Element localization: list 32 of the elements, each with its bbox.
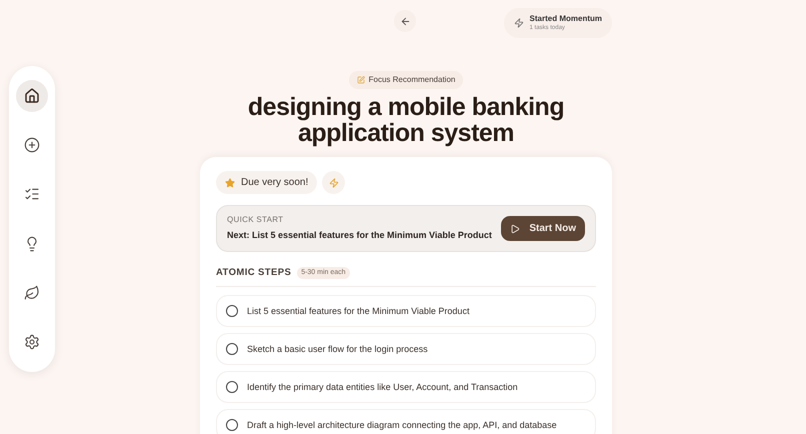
step-text: List 5 essential features for the Minimum Viable Product	[247, 304, 470, 318]
step-checkbox[interactable]	[226, 419, 238, 432]
step-text: Sketch a basic user flow for the login process	[247, 342, 428, 356]
back-icon	[400, 16, 410, 26]
badge-label: Focus Recommendation	[368, 74, 456, 86]
start-now-button[interactable]: Start Now	[501, 216, 585, 241]
lightning-icon	[328, 178, 339, 188]
step-checkbox[interactable]	[226, 343, 238, 356]
nav-item[interactable]	[16, 80, 48, 112]
play-icon	[510, 224, 520, 234]
step-checkbox[interactable]	[226, 381, 238, 394]
momentum-title: Started Momentum	[530, 15, 602, 23]
leaf-icon	[24, 284, 40, 301]
step-text: Draft a high-level architecture diagram connecting the app, API, and database	[247, 418, 557, 432]
step-checkbox[interactable]	[226, 305, 238, 318]
home-icon	[24, 88, 40, 104]
step-row[interactable]: Sketch a basic user flow for the login process	[216, 333, 596, 366]
settings-icon	[24, 334, 40, 350]
steps-heading: ATOMIC STEPS	[216, 266, 292, 280]
step-row[interactable]: Identify the primary data entities like User, Account, and Transaction	[216, 371, 596, 404]
back-button[interactable]	[394, 10, 416, 32]
step-row[interactable]: Draft a high-level architecture diagram connecting the app, API, and database	[216, 409, 596, 434]
quick-start-text: Next: List 5 essential features for the Minimum Viable Product	[227, 229, 492, 242]
star-icon	[225, 178, 235, 188]
add-icon	[24, 137, 40, 154]
edit-icon	[356, 76, 365, 84]
quick-start-label: QUICK START	[227, 214, 284, 226]
step-text: Identify the primary data entities like User, Account, and Transaction	[247, 380, 518, 394]
page-title: designing a mobile banking application system	[246, 94, 566, 146]
step-row[interactable]: List 5 essential features for the Minimum Viable Product	[216, 295, 596, 328]
lightning-icon	[514, 18, 524, 28]
due-label: Due very soon!	[241, 176, 308, 190]
